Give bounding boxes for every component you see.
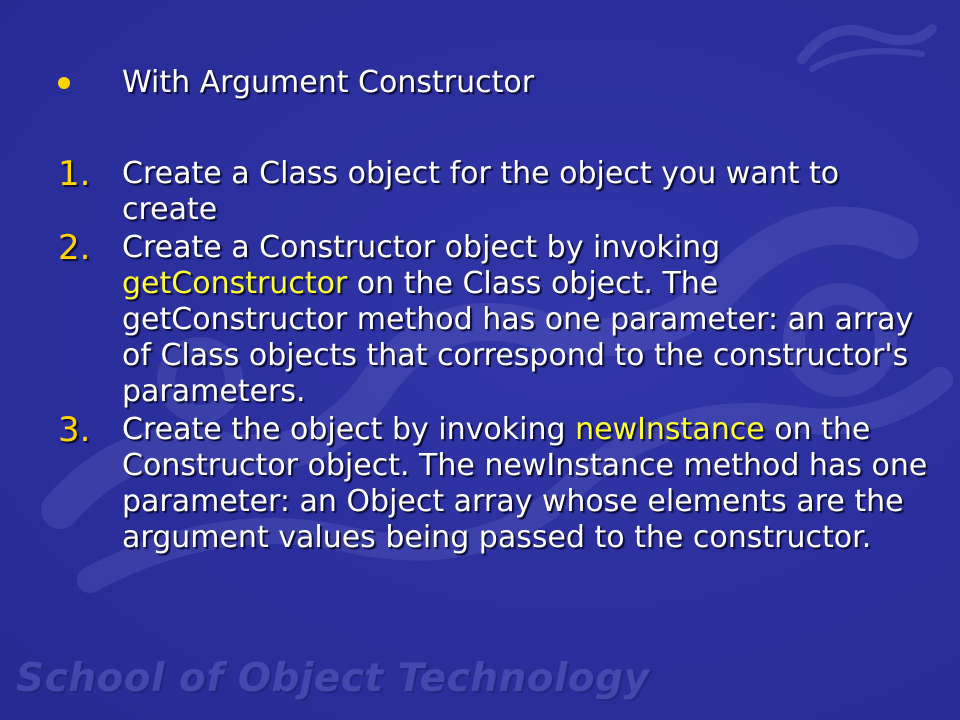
- step-item-3: 3. Create the object by invoking newInst…: [58, 410, 928, 556]
- step-number: 2.: [58, 228, 91, 268]
- step-text: Create a Constructor object by invoking: [122, 230, 721, 265]
- step-item-2: 2. Create a Constructor object by invoki…: [58, 228, 928, 410]
- footer-brand-watermark: School of Object Technology: [16, 656, 650, 701]
- step-number: 1.: [58, 154, 91, 194]
- highlighted-method-name: getConstructor: [122, 266, 348, 301]
- step-text: Create the object by invoking: [122, 412, 576, 447]
- heading-row: With Argument Constructor: [58, 64, 534, 100]
- step-number: 3.: [58, 410, 91, 450]
- highlighted-method-name: newInstance: [575, 412, 765, 447]
- slide-background: With Argument Constructor 1. Create a Cl…: [0, 0, 960, 720]
- steps-list: 1. Create a Class object for the object …: [58, 154, 928, 558]
- bullet-dot-icon: [58, 77, 70, 89]
- step-item-1: 1. Create a Class object for the object …: [58, 154, 928, 228]
- step-text: Create a Class object for the object you…: [122, 156, 840, 227]
- slide-heading: With Argument Constructor: [122, 65, 535, 100]
